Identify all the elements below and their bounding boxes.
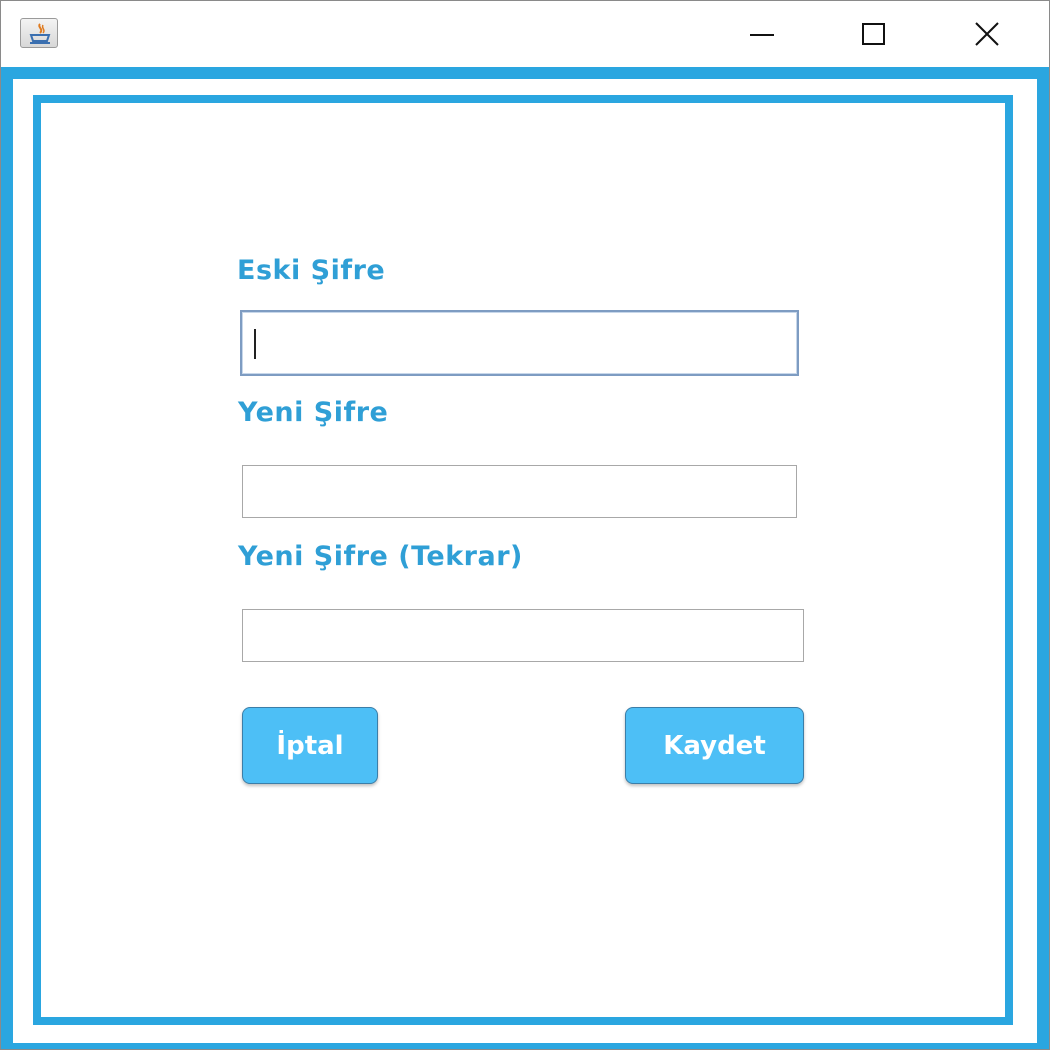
form-panel: Eski Şifre Yeni Şifre Yeni Şifre (Tekrar…: [33, 95, 1013, 1025]
old-password-field[interactable]: [240, 310, 799, 376]
cancel-button[interactable]: İptal: [242, 707, 378, 784]
old-password-label: Eski Şifre: [237, 255, 386, 286]
close-icon: [975, 22, 999, 46]
new-password-label: Yeni Şifre: [238, 397, 389, 428]
text-caret: [254, 329, 256, 359]
minimize-icon: [750, 34, 774, 36]
close-button[interactable]: [931, 1, 1043, 67]
change-password-window: Eski Şifre Yeni Şifre Yeni Şifre (Tekrar…: [0, 0, 1050, 1050]
new-password-repeat-label: Yeni Şifre (Tekrar): [238, 541, 523, 572]
new-password-field[interactable]: [242, 465, 797, 518]
java-app-icon[interactable]: [20, 18, 58, 48]
title-bar: [1, 1, 1049, 67]
maximize-icon: [862, 23, 885, 45]
content-area: Eski Şifre Yeni Şifre Yeni Şifre (Tekrar…: [13, 79, 1037, 1043]
save-button[interactable]: Kaydet: [625, 707, 804, 784]
minimize-button[interactable]: [706, 1, 818, 67]
window-frame: Eski Şifre Yeni Şifre Yeni Şifre (Tekrar…: [1, 67, 1049, 1049]
maximize-button[interactable]: [818, 1, 930, 67]
new-password-repeat-field[interactable]: [242, 609, 804, 662]
